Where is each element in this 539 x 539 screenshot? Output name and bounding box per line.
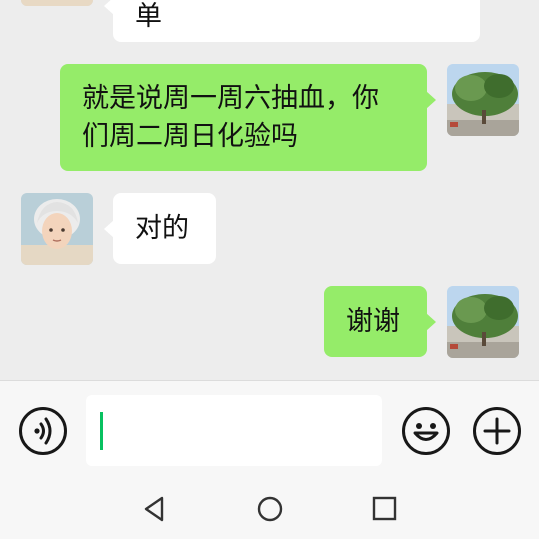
my-avatar[interactable] (447, 286, 519, 358)
input-bar (0, 380, 539, 480)
back-triangle-icon (144, 496, 164, 522)
voice-button[interactable] (19, 407, 67, 455)
home-circle-icon (257, 496, 283, 522)
message-text: 谢谢 (346, 306, 400, 337)
message-text: 单 (135, 1, 162, 32)
contact-avatar[interactable] (21, 193, 93, 265)
message-bubble-outgoing[interactable]: 就是说周一周六抽血，你 们周二周日化验吗 (60, 64, 436, 171)
message-list[interactable]: 单 就是说周一周六抽血，你 们周二周日化验吗 对的 谢谢 (0, 0, 539, 380)
more-button[interactable] (473, 407, 521, 455)
plus-icon (483, 417, 511, 445)
message-bubble-incoming[interactable]: 对的 (104, 193, 216, 264)
my-avatar[interactable] (447, 64, 519, 136)
emoji-button[interactable] (402, 407, 450, 455)
text-caret (100, 412, 103, 450)
home-button[interactable] (255, 494, 285, 524)
emoji-icon (413, 423, 439, 441)
message-text-line: 就是说周一周六抽血，你 (82, 83, 379, 114)
message-text: 对的 (135, 213, 189, 244)
back-button[interactable] (140, 494, 170, 524)
recents-square-icon (372, 496, 397, 521)
system-nav-bar (0, 480, 539, 539)
chat-screen: 单 就是说周一周六抽血，你 们周二周日化验吗 对的 谢谢 (0, 0, 539, 539)
message-bubble-outgoing[interactable]: 谢谢 (324, 286, 436, 357)
message-input[interactable] (86, 395, 382, 466)
contact-avatar[interactable] (21, 0, 93, 6)
voice-icon (34, 417, 52, 445)
recents-button[interactable] (370, 494, 400, 524)
message-text-line: 们周二周日化验吗 (82, 121, 298, 152)
message-bubble-incoming[interactable]: 单 (104, 0, 480, 42)
